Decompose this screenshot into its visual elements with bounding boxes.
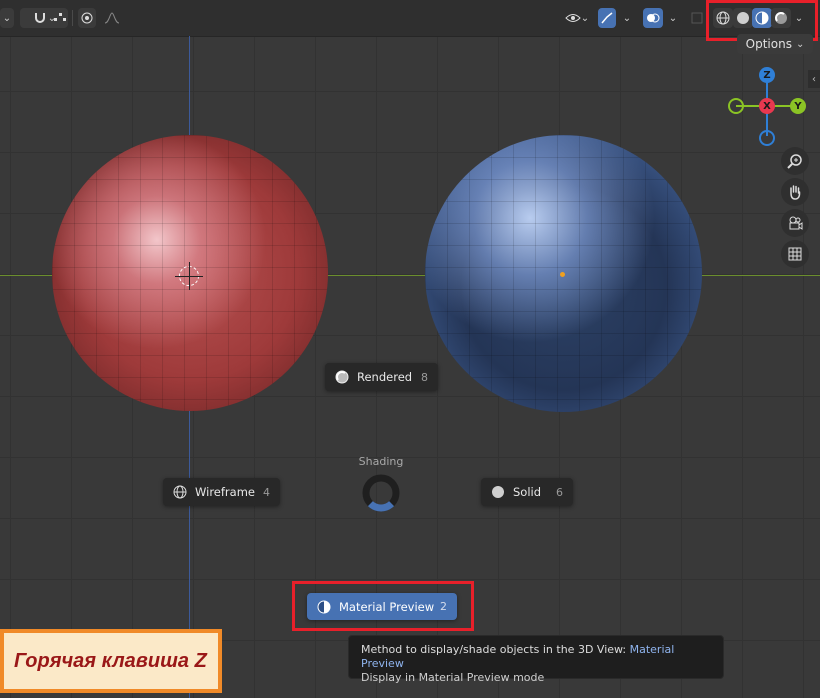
pie-item-label: Material Preview <box>339 599 435 614</box>
gizmo-z-axis[interactable]: Z <box>759 67 775 83</box>
overlays-toggle[interactable] <box>643 8 663 28</box>
hand-icon <box>790 185 801 200</box>
zoom-button[interactable] <box>781 147 809 175</box>
proportional-editing-toggle[interactable] <box>78 8 96 28</box>
gizmo-dropdown[interactable]: ⌄ <box>618 8 636 28</box>
snap-target-dropdown[interactable] <box>48 8 72 28</box>
chevron-left-icon: ‹ <box>812 73 816 85</box>
gizmo-icon <box>601 12 613 24</box>
pie-item-wireframe[interactable]: Wireframe 4 <box>163 478 280 506</box>
pan-button[interactable] <box>781 178 809 206</box>
hotkey-annotation: Горячая клавиша Z <box>0 629 222 693</box>
object-mode-dropdown[interactable]: ⌄ <box>0 8 14 28</box>
zoom-icon <box>787 154 802 169</box>
gizmo-toggle[interactable] <box>598 8 616 28</box>
pie-item-hotkey: 2 <box>440 600 447 613</box>
xray-icon <box>691 12 703 24</box>
pie-item-label: Wireframe <box>195 485 255 499</box>
viewport-header: ⌄ ⌄ ⌄ ⌄ ⌄ ⌄ <box>0 0 820 37</box>
chevron-down-icon: ⌄ <box>795 38 805 50</box>
xray-toggle[interactable] <box>688 8 706 28</box>
gizmo-y-axis[interactable]: Y <box>790 98 806 114</box>
falloff-curve-icon <box>104 12 120 24</box>
pie-item-hotkey: 6 <box>556 485 563 499</box>
options-dropdown[interactable]: Options ⌄ <box>737 34 813 54</box>
pie-item-material-preview[interactable]: Material Preview 2 <box>307 593 457 620</box>
magnet-icon <box>34 13 45 23</box>
tooltip: Method to display/shade objects in the 3… <box>348 635 724 684</box>
visibility-dropdown[interactable]: ⌄ <box>561 8 593 28</box>
eye-icon <box>565 14 581 22</box>
rendered-sphere-icon <box>335 370 349 384</box>
snap-grid-icon <box>54 13 66 21</box>
overlays-dropdown[interactable]: ⌄ <box>665 8 681 28</box>
object-origin <box>560 272 565 277</box>
pie-item-label: Solid <box>513 485 542 499</box>
hotkey-annotation-text: Горячая клавиша Z <box>14 649 207 672</box>
overlays-icon <box>647 13 660 23</box>
solid-sphere-icon <box>492 486 504 498</box>
camera-icon <box>789 216 803 230</box>
options-label: Options <box>745 37 792 51</box>
pie-direction-indicator <box>362 474 400 512</box>
gizmo-x-axis[interactable]: X <box>759 98 775 114</box>
pie-item-solid[interactable]: Solid 6 <box>481 478 573 506</box>
proportional-icon <box>81 12 93 24</box>
pie-item-hotkey: 4 <box>263 485 270 499</box>
wireframe-sphere-icon <box>173 485 187 499</box>
grid-icon <box>788 247 802 261</box>
navigation-gizmo[interactable]: Z Y X <box>726 64 810 148</box>
gizmo-negative-z[interactable] <box>759 130 775 146</box>
pie-item-rendered[interactable]: Rendered 8 <box>325 363 438 391</box>
3d-cursor[interactable] <box>175 262 203 290</box>
pie-item-hotkey: 8 <box>421 370 428 384</box>
pie-menu-title: Shading <box>358 455 404 468</box>
material-sphere-icon <box>317 600 331 613</box>
perspective-toggle-button[interactable] <box>781 240 809 268</box>
falloff-dropdown[interactable] <box>98 8 126 28</box>
tooltip-subtitle: Display in Material Preview mode <box>361 671 545 684</box>
tooltip-prefix: Method to display/shade objects in the 3… <box>361 643 627 656</box>
tooltip-description: Method to display/shade objects in the 3… <box>361 643 711 671</box>
camera-view-button[interactable] <box>781 209 809 237</box>
pie-item-label: Rendered <box>357 370 413 384</box>
gizmo-negative-y[interactable] <box>728 98 744 114</box>
